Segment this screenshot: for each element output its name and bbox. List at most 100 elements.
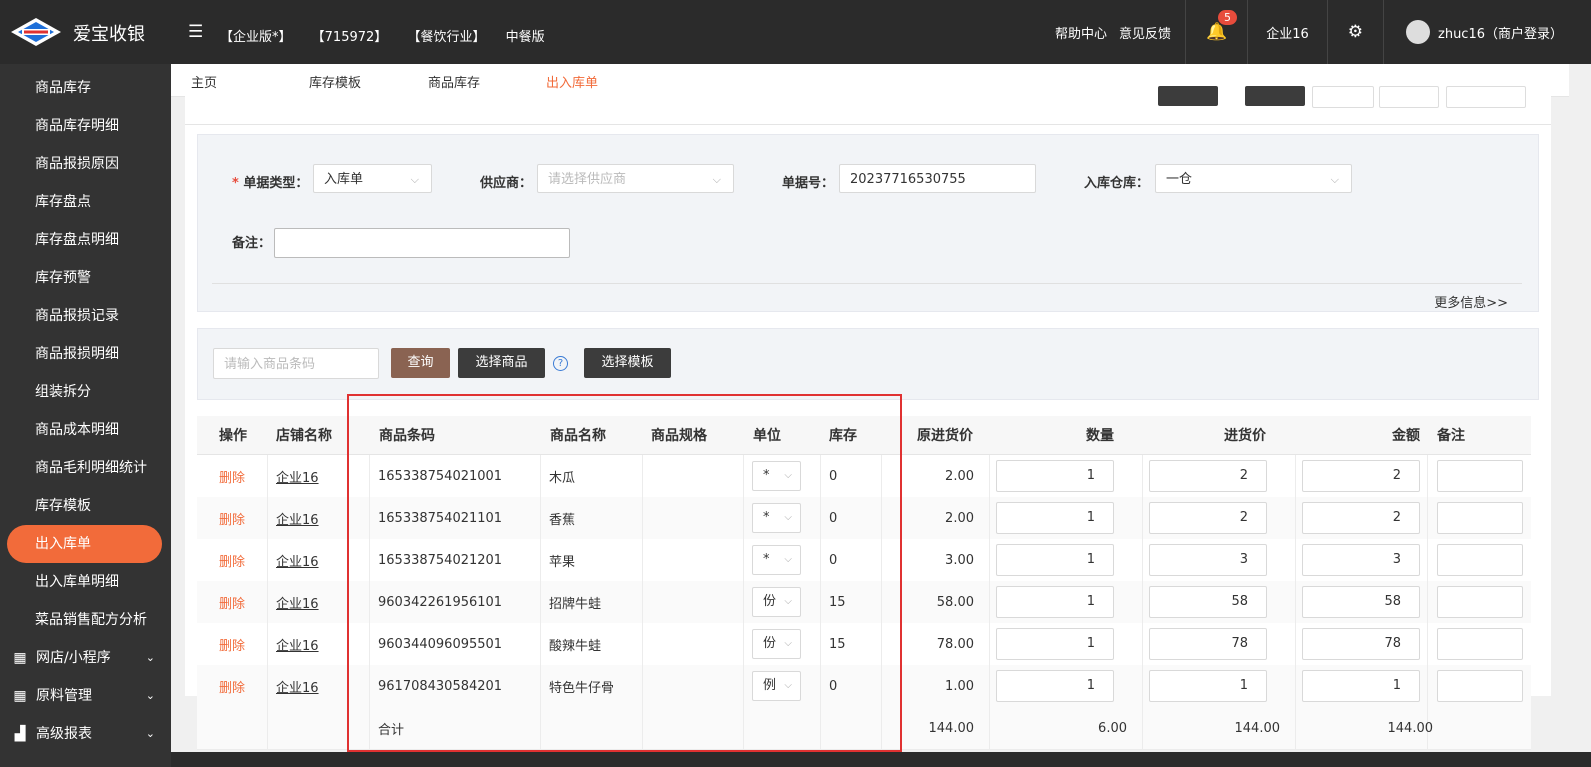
sidebar-item-margin-stats[interactable]: 商品毛利明细统计 [0, 449, 171, 487]
sidebar-item-recipe-analysis[interactable]: 菜品销售配方分析 [0, 601, 171, 639]
warehouse-select[interactable]: 一仓 ⌵ [1155, 164, 1352, 193]
scrollbar[interactable] [1569, 64, 1591, 752]
delete-link[interactable]: 删除 [219, 665, 245, 707]
select-goods-button[interactable]: 选择商品 [458, 348, 545, 378]
shop-name-link[interactable]: 企业16 [276, 581, 319, 623]
unit-select[interactable]: * ⌵ [752, 503, 801, 533]
price-input[interactable]: 58 [1149, 586, 1267, 618]
amount-input[interactable]: 58 [1302, 586, 1420, 618]
original-price-cell: 2.00 [945, 468, 974, 484]
unit-select[interactable]: * ⌵ [752, 545, 801, 575]
sidebar-item-stock[interactable]: 商品库存 [0, 69, 171, 107]
delete-link[interactable]: 删除 [219, 581, 245, 623]
amount-input[interactable]: 2 [1302, 502, 1420, 534]
sidebar-group-online-store[interactable]: ▦ 网店/小程序 ⌄ [0, 639, 171, 677]
toolbar-button[interactable] [1379, 86, 1439, 108]
amount-input[interactable]: 2 [1302, 460, 1420, 492]
col-header: 进货价 [1224, 428, 1266, 444]
sidebar-group-materials[interactable]: ▦ 原料管理 ⌄ [0, 677, 171, 715]
delete-link[interactable]: 删除 [219, 539, 245, 581]
barcode-search-input[interactable]: 请输入商品条码 [213, 348, 379, 379]
gear-icon[interactable]: ⚙ [1328, 22, 1383, 42]
total-quantity: 6.00 [1098, 720, 1127, 736]
order-no-input[interactable]: 20237716530755 [839, 164, 1036, 193]
sidebar-item-stock-template[interactable]: 库存模板 [0, 487, 171, 525]
sidebar-item-cost-detail[interactable]: 商品成本明细 [0, 411, 171, 449]
sidebar-item-assembly[interactable]: 组装拆分 [0, 373, 171, 411]
quantity-input[interactable]: 1 [996, 544, 1114, 576]
remark-input[interactable] [1437, 586, 1523, 618]
feedback-link[interactable]: 意见反馈 [1113, 23, 1185, 42]
user-menu[interactable]: zhuc16（商户登录） [1384, 20, 1591, 44]
sidebar-item-in-out-detail[interactable]: 出入库单明细 [0, 563, 171, 601]
unit-select[interactable]: * ⌵ [752, 461, 801, 491]
price-input[interactable]: 3 [1149, 544, 1267, 576]
shop-name-link[interactable]: 企业16 [276, 539, 319, 581]
quantity-input[interactable]: 1 [996, 502, 1114, 534]
quantity-input[interactable]: 1 [996, 586, 1114, 618]
shop-name-link[interactable]: 企业16 [276, 455, 319, 497]
shop-name-link[interactable]: 企业16 [276, 497, 319, 539]
sidebar-item-in-out-order[interactable]: 出入库单 [7, 525, 162, 563]
original-price-cell: 78.00 [936, 636, 974, 652]
price-input[interactable]: 78 [1149, 628, 1267, 660]
remark-input[interactable] [1437, 670, 1523, 702]
help-center-link[interactable]: 帮助中心 [1049, 23, 1113, 42]
toolbar-button[interactable] [1312, 86, 1374, 108]
sidebar-group-reports[interactable]: ▟ 高级报表 ⌄ [0, 715, 171, 753]
tab-stock[interactable]: 商品库存 [428, 72, 480, 91]
notification-badge: 5 [1218, 10, 1238, 25]
quantity-input[interactable]: 1 [996, 460, 1114, 492]
tab-in-out-order[interactable]: 出入库单 [546, 72, 598, 91]
tab-stock-template[interactable]: 库存模板 [309, 72, 361, 91]
edition-tags: 【企业版*】 【715972】 【餐饮行业】 中餐版 [220, 26, 561, 45]
unit-select[interactable]: 份 ⌵ [752, 587, 801, 617]
price-input[interactable]: 1 [1149, 670, 1267, 702]
sidebar-item-stock-detail[interactable]: 商品库存明细 [0, 107, 171, 145]
help-icon[interactable]: ? [553, 356, 568, 371]
sidebar-item-loss-record[interactable]: 商品报损记录 [0, 297, 171, 335]
more-info-link[interactable]: 更多信息>> [1434, 292, 1508, 311]
product-name-cell: 香蕉 [549, 512, 576, 528]
remark-input[interactable] [1437, 502, 1523, 534]
select-template-button[interactable]: 选择模板 [584, 348, 671, 378]
toolbar-button[interactable] [1245, 86, 1305, 106]
toolbar-button[interactable] [1446, 86, 1526, 108]
price-input[interactable]: 2 [1149, 460, 1267, 492]
menu-toggle-icon[interactable]: ☰ [188, 22, 203, 42]
sidebar-item-loss-detail[interactable]: 商品报损明细 [0, 335, 171, 373]
shop-name-link[interactable]: 企业16 [276, 623, 319, 665]
total-original-price: 144.00 [928, 720, 975, 736]
delete-link[interactable]: 删除 [219, 623, 245, 665]
supplier-select[interactable]: 请选择供应商 ⌵ [537, 164, 734, 193]
price-input[interactable]: 2 [1149, 502, 1267, 534]
sidebar-item-loss-reason[interactable]: 商品报损原因 [0, 145, 171, 183]
unit-select[interactable]: 例 ⌵ [752, 671, 801, 701]
delete-link[interactable]: 删除 [219, 455, 245, 497]
quantity-input[interactable]: 1 [996, 628, 1114, 660]
query-button[interactable]: 查询 [391, 348, 450, 378]
type-select[interactable]: 入库单 ⌵ [313, 164, 432, 193]
shop-name-link[interactable]: 企业16 [276, 665, 319, 707]
toolbar-button[interactable] [1158, 86, 1218, 106]
delete-link[interactable]: 删除 [219, 497, 245, 539]
tab-home[interactable]: 主页 [191, 72, 217, 91]
company-name[interactable]: 企业16 [1248, 23, 1327, 42]
sidebar-item-stocktake[interactable]: 库存盘点 [0, 183, 171, 221]
chevron-down-icon: ⌵ [784, 596, 792, 607]
remark-textarea[interactable] [274, 228, 570, 258]
remark-input[interactable] [1437, 544, 1523, 576]
notification-bell-icon[interactable]: 🔔 5 [1186, 10, 1247, 42]
amount-input[interactable]: 3 [1302, 544, 1420, 576]
table-row: 删除 企业16 960342261956101 招牌牛蛙 15 份 ⌵ 58.00 1 58 58 [197, 581, 1531, 624]
chevron-down-icon: ⌵ [784, 512, 792, 523]
remark-input[interactable] [1437, 628, 1523, 660]
amount-input[interactable]: 1 [1302, 670, 1420, 702]
remark-input[interactable] [1437, 460, 1523, 492]
amount-input[interactable]: 78 [1302, 628, 1420, 660]
sidebar-item-stocktake-detail[interactable]: 库存盘点明细 [0, 221, 171, 259]
quantity-input[interactable]: 1 [996, 670, 1114, 702]
sidebar-item-stock-alert[interactable]: 库存预警 [0, 259, 171, 297]
table-header: 操作 店铺名称 商品条码 商品名称 商品规格 单位 库存 原进货价 数量 进货价… [197, 416, 1531, 455]
unit-select[interactable]: 份 ⌵ [752, 629, 801, 659]
